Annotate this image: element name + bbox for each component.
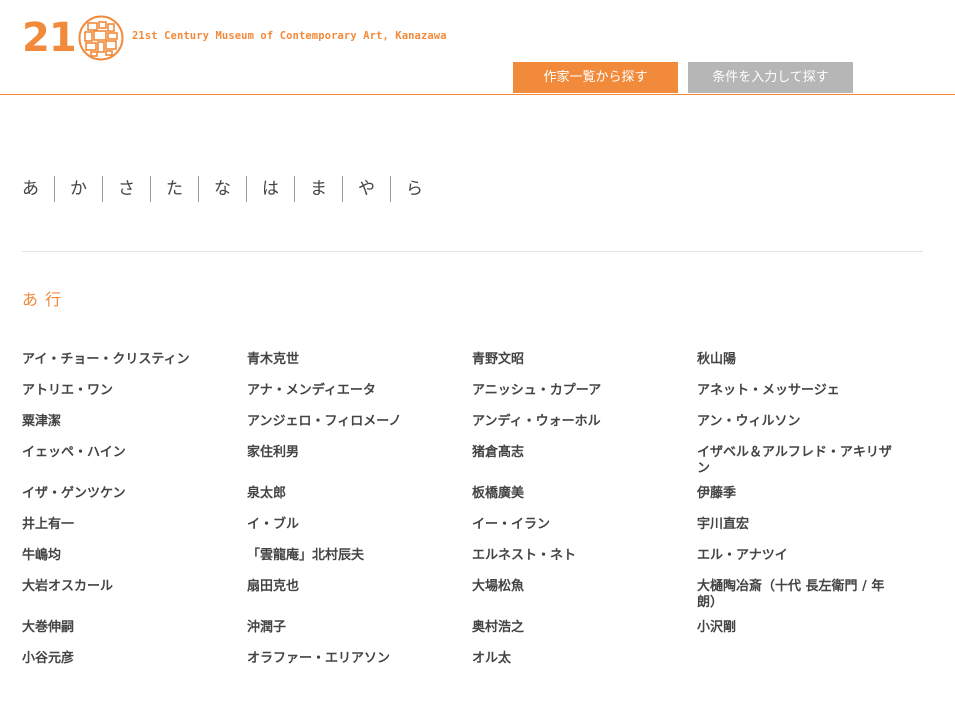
artist-link[interactable]: アナ・メンディエータ — [247, 383, 472, 405]
artist-link[interactable]: 秋山陽 — [697, 352, 922, 374]
artist-link[interactable]: 井上有一 — [22, 517, 247, 539]
artist-link[interactable]: 奥村浩之 — [472, 620, 697, 642]
museum-name: 21st Century Museum of Contemporary Art,… — [132, 30, 447, 42]
artist-link[interactable]: アン・ウィルソン — [697, 414, 922, 436]
artist-link[interactable]: イー・イラン — [472, 517, 697, 539]
artist-link[interactable]: イ・ブル — [247, 517, 472, 539]
artist-link[interactable]: 青野文昭 — [472, 352, 697, 374]
artist-link[interactable]: 宇川直宏 — [697, 517, 922, 539]
artist-link[interactable]: アイ・チョー・クリスティン — [22, 352, 247, 374]
artist-link[interactable]: アトリエ・ワン — [22, 383, 247, 405]
artist-link[interactable]: エル・アナツイ — [697, 548, 922, 570]
artist-link[interactable]: 沖潤子 — [247, 620, 472, 642]
kana-link-na[interactable]: な — [198, 176, 246, 202]
artist-link[interactable]: 牛嶋均 — [22, 548, 247, 570]
site-header: 21 21st Century Museum of Contemporary A… — [0, 0, 955, 95]
artist-link[interactable]: 小谷元彦 — [22, 651, 247, 673]
kana-link-sa[interactable]: さ — [102, 176, 150, 202]
artist-link[interactable]: 「雲龍庵」北村辰夫 — [247, 548, 472, 570]
artist-link[interactable]: オラファー・エリアソン — [247, 651, 472, 673]
artist-link[interactable]: アンディ・ウォーホル — [472, 414, 697, 436]
artist-link[interactable]: イザベル＆アルフレド・アキリザン — [697, 445, 922, 477]
tab-search-by-artist[interactable]: 作家一覧から探す — [513, 62, 678, 93]
artist-link[interactable]: 泉太郎 — [247, 486, 472, 508]
artist-link[interactable]: イェッペ・ハイン — [22, 445, 247, 477]
artist-link[interactable]: 伊藤季 — [697, 486, 922, 508]
artist-link[interactable]: 板橋廣美 — [472, 486, 697, 508]
artist-link[interactable]: イザ・ゲンツケン — [22, 486, 247, 508]
kana-link-ta[interactable]: た — [150, 176, 198, 202]
kana-link-ka[interactable]: か — [54, 176, 102, 202]
logo-number: 21 — [22, 15, 77, 61]
logo-mark-icon — [78, 15, 124, 61]
artist-link[interactable]: オル太 — [472, 651, 697, 673]
artist-link[interactable]: エルネスト・ネト — [472, 548, 697, 570]
artist-link[interactable]: 大巻伸嗣 — [22, 620, 247, 642]
artist-link[interactable]: 猪倉髙志 — [472, 445, 697, 477]
artist-list: アイ・チョー・クリスティン 青木克世 青野文昭 秋山陽 アトリエ・ワン アナ・メ… — [22, 352, 952, 673]
artist-link[interactable]: アンジェロ・フィロメーノ — [247, 414, 472, 436]
artist-link[interactable]: アニッシュ・カプーア — [472, 383, 697, 405]
artist-link[interactable]: 小沢剛 — [697, 620, 922, 642]
kana-link-ya[interactable]: や — [342, 176, 390, 202]
section-divider — [22, 251, 923, 252]
artist-link[interactable]: アネット・メッサージェ — [697, 383, 922, 405]
artist-link[interactable]: 大場松魚 — [472, 579, 697, 611]
tab-search-by-condition[interactable]: 条件を入力して探す — [688, 62, 853, 93]
kana-link-a[interactable]: あ — [22, 176, 54, 202]
kana-link-ra[interactable]: ら — [390, 176, 438, 202]
artist-link[interactable]: 粟津潔 — [22, 414, 247, 436]
artist-link[interactable]: 家住利男 — [247, 445, 472, 477]
museum-logo[interactable]: 21 — [22, 14, 124, 62]
section-title: あ 行 — [22, 290, 63, 309]
artist-link[interactable]: 扇田克也 — [247, 579, 472, 611]
kana-link-ma[interactable]: ま — [294, 176, 342, 202]
kana-link-ha[interactable]: は — [246, 176, 294, 202]
artist-link[interactable]: 大岩オスカール — [22, 579, 247, 611]
artist-link[interactable]: 大樋陶冶斎（十代 長左衛門 / 年朗） — [697, 579, 922, 611]
artist-link[interactable]: 青木克世 — [247, 352, 472, 374]
kana-index-nav: あ か さ た な は ま や ら — [22, 176, 438, 202]
